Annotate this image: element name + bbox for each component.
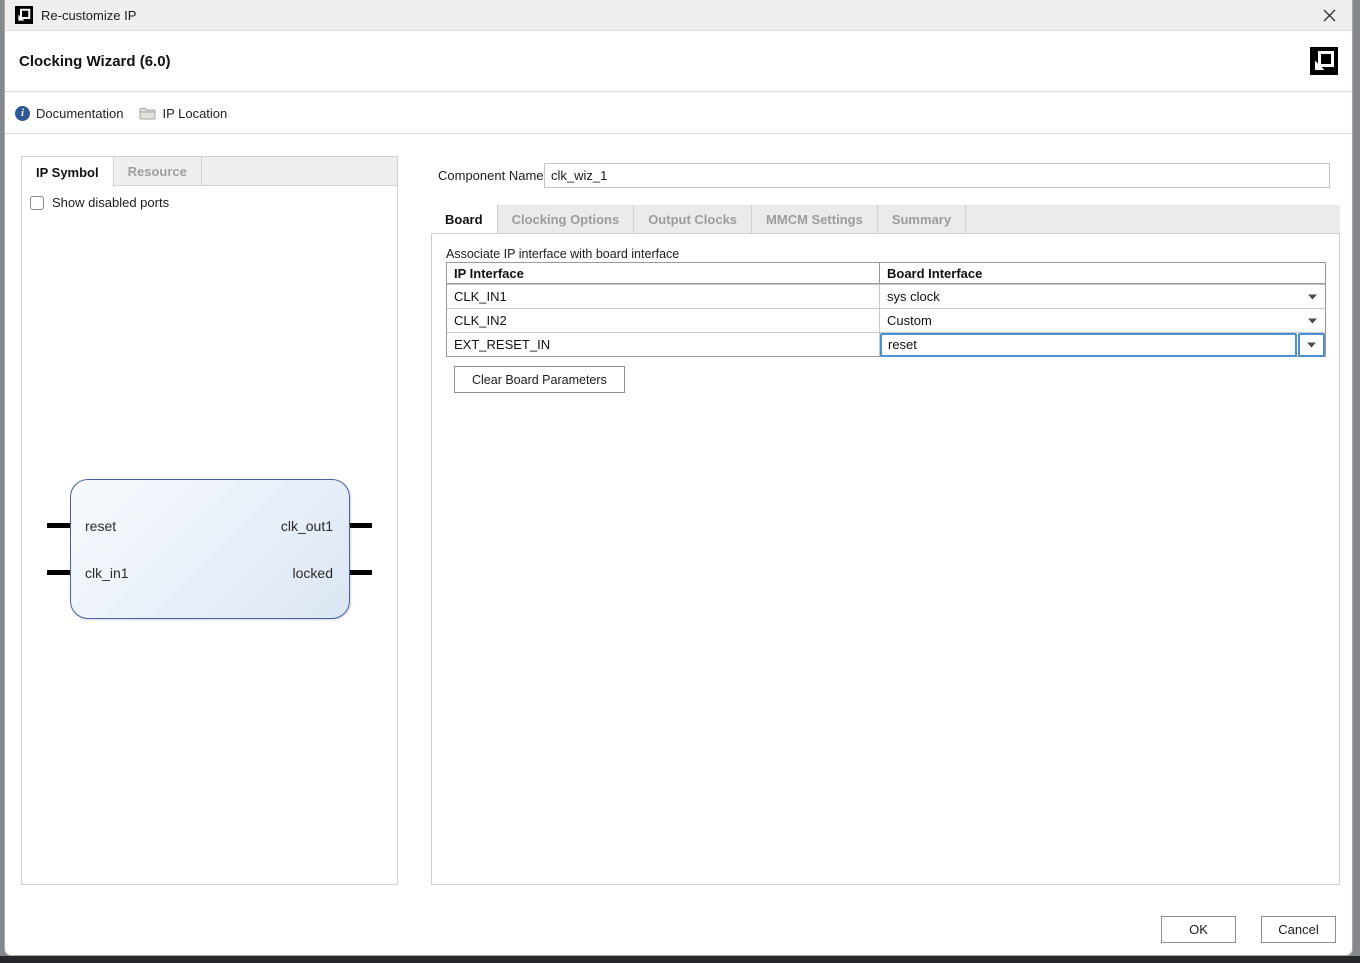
tab-output-clocks[interactable]: Output Clocks <box>634 205 753 234</box>
xilinx-brand-logo-icon <box>1310 47 1338 75</box>
port-stub-clk-in1 <box>47 570 70 575</box>
configuration-panel: Component Name Board Clocking Options Ou… <box>431 156 1340 885</box>
tab-resource-label: Resource <box>127 164 187 179</box>
ip-symbol-block <box>70 479 350 619</box>
tab-summary[interactable]: Summary <box>878 205 967 234</box>
recustomize-ip-dialog: Re-customize IP Clocking Wizard (6.0) i … <box>4 0 1353 956</box>
tab-ip-symbol[interactable]: IP Symbol <box>22 157 114 187</box>
cancel-button[interactable]: Cancel <box>1261 916 1336 943</box>
board-interface-combo-clk-in1[interactable]: sys clock <box>880 285 1325 308</box>
show-disabled-ports-row: Show disabled ports <box>30 195 169 210</box>
info-icon: i <box>15 105 30 121</box>
combo-value: sys clock <box>887 289 940 304</box>
table-row: CLK_IN2 Custom <box>447 308 1325 332</box>
left-tabstrip: IP Symbol Resource <box>22 157 397 187</box>
port-label-locked: locked <box>292 565 333 581</box>
page-title: Clocking Wizard (6.0) <box>19 53 171 70</box>
header: Clocking Wizard (6.0) <box>5 31 1352 92</box>
ip-location-button[interactable]: IP Location <box>139 106 227 121</box>
tab-mmcm-settings[interactable]: MMCM Settings <box>752 205 878 234</box>
table-header-row: IP Interface Board Interface <box>447 263 1325 284</box>
config-tabstrip: Board Clocking Options Output Clocks MMC… <box>431 205 1340 234</box>
tab-board-label: Board <box>445 212 483 227</box>
ok-button[interactable]: OK <box>1161 916 1236 943</box>
tab-clocking-options-label: Clocking Options <box>511 212 620 227</box>
tab-clocking-options[interactable]: Clocking Options <box>498 205 635 234</box>
close-button[interactable] <box>1316 3 1342 27</box>
combo-value: reset <box>880 332 1297 357</box>
ip-interface-cell: EXT_RESET_IN <box>447 333 880 356</box>
tab-summary-label: Summary <box>891 212 952 227</box>
port-label-clk-out1: clk_out1 <box>280 518 333 534</box>
dropdown-button[interactable] <box>1298 332 1325 357</box>
ip-location-label: IP Location <box>162 105 228 121</box>
tab-mmcm-settings-label: MMCM Settings <box>766 212 863 227</box>
close-icon <box>1323 9 1335 21</box>
port-stub-locked <box>350 570 372 575</box>
tab-board[interactable]: Board <box>431 205 498 234</box>
tab-output-clocks-label: Output Clocks <box>648 212 738 227</box>
xilinx-logo-icon <box>15 6 33 24</box>
interface-table: IP Interface Board Interface CLK_IN1 sys… <box>446 262 1326 357</box>
port-stub-clk-out1 <box>350 523 372 528</box>
header-board-interface: Board Interface <box>887 265 983 281</box>
tab-resource[interactable]: Resource <box>114 157 202 186</box>
port-label-clk-in1: clk_in1 <box>85 565 129 581</box>
board-tab-content: Associate IP interface with board interf… <box>431 233 1340 885</box>
board-interface-combo-clk-in2[interactable]: Custom <box>880 309 1325 332</box>
dropdown-arrow-icon <box>1308 294 1317 299</box>
background-strip <box>0 956 1360 963</box>
associate-caption: Associate IP interface with board interf… <box>446 247 680 261</box>
table-row-selected: EXT_RESET_IN reset <box>447 332 1325 357</box>
window-title: Re-customize IP <box>41 7 137 23</box>
combo-value: Custom <box>887 313 932 328</box>
table-row: CLK_IN1 sys clock <box>447 284 1325 308</box>
folder-icon <box>139 108 156 120</box>
port-stub-reset <box>47 523 70 528</box>
header-ip-interface: IP Interface <box>447 263 880 283</box>
clear-board-parameters-button[interactable]: Clear Board Parameters <box>454 366 625 393</box>
toolbar: i Documentation IP Location <box>5 93 1352 134</box>
show-disabled-ports-label: Show disabled ports <box>52 195 170 210</box>
ip-interface-cell: CLK_IN2 <box>447 309 880 332</box>
board-interface-combo-ext-reset-in[interactable]: reset <box>880 332 1325 357</box>
component-name-label: Component Name <box>438 168 544 183</box>
documentation-label: Documentation <box>36 105 124 121</box>
component-name-input[interactable] <box>544 163 1330 188</box>
show-disabled-ports-checkbox[interactable] <box>30 195 44 210</box>
ip-symbol-panel: IP Symbol Resource Show disabled ports r… <box>21 156 398 885</box>
tab-ip-symbol-label: IP Symbol <box>36 164 99 180</box>
dropdown-arrow-icon <box>1308 318 1317 323</box>
dropdown-arrow-icon <box>1307 342 1316 347</box>
port-label-reset: reset <box>85 518 117 534</box>
documentation-button[interactable]: i Documentation <box>15 105 124 121</box>
titlebar: Re-customize IP <box>5 0 1352 31</box>
ip-interface-cell: CLK_IN1 <box>447 285 880 308</box>
